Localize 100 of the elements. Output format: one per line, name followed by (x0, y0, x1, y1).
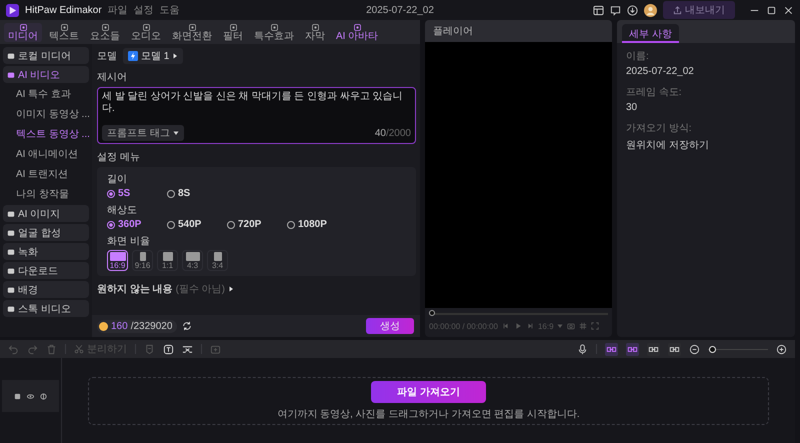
negative-prompt-toggle[interactable]: 원하지 않는 내용 (필수 아님) (97, 282, 416, 296)
sidebar-item[interactable]: 스톡 비디오 (3, 300, 89, 317)
toolbar-tab[interactable]: 특수효과 (250, 22, 298, 42)
prompt-label: 제시어 (97, 71, 128, 84)
tool-icon (60, 22, 68, 32)
tool-icon (18, 22, 28, 32)
menu-item[interactable]: 설정 (134, 3, 154, 17)
download-icon[interactable] (627, 4, 638, 16)
field-label: 이름: (626, 50, 650, 63)
tool-icon (228, 22, 238, 32)
app-name: HitPaw Edimakor (25, 4, 102, 16)
radio-option[interactable]: 8S (167, 188, 227, 199)
toolbar-tab[interactable]: 텍스트 (45, 22, 83, 42)
link-toggle-icon[interactable] (605, 342, 618, 356)
character-count: 40/2000 (374, 128, 411, 138)
model-label: 모델 (97, 50, 117, 63)
sidebar-item[interactable]: 로컬 미디어 (3, 47, 89, 64)
project-title: 2025-07-22_02 (366, 4, 434, 16)
settings-title: 설정 메뉴 (97, 151, 141, 164)
chat-icon[interactable] (610, 4, 621, 16)
avatar-icon[interactable] (644, 4, 657, 16)
caret-icon (172, 53, 178, 59)
sidebar-subitem[interactable]: 이미지 동영상 ... (3, 105, 89, 123)
tile-icon (7, 210, 15, 218)
toolbar-tab[interactable]: 자막 (301, 22, 329, 42)
refresh-icon[interactable] (182, 321, 192, 331)
toolbar-tab[interactable]: AI 아바타 (332, 22, 382, 42)
marker-icon[interactable] (144, 344, 155, 354)
field-value: 원위치에 저장하기 (626, 139, 710, 152)
sidebar-item[interactable]: AI 이미지 (3, 205, 89, 222)
tile-icon (7, 248, 15, 256)
sidebar-subitem[interactable]: 나의 창작물 (3, 185, 89, 203)
layout-icon[interactable] (593, 4, 604, 16)
sidebar-item[interactable]: 녹화 (3, 243, 89, 260)
setting-label: 해상도 (107, 204, 138, 217)
tool-icon (310, 22, 320, 32)
toolbar-tab[interactable]: 화면전환 (168, 22, 216, 42)
field-value: 2025-07-22_02 (626, 66, 695, 77)
setting-label: 화면 비율 (107, 235, 151, 248)
drop-hint: 여기까지 동영상, 사진를 드래그하거나 가져오면 편집를 시작합니다. (277, 408, 580, 421)
timecode: 00:00:00 / 00:00:00 (429, 322, 498, 330)
toolbar-tab[interactable]: 요소들 (86, 22, 124, 42)
export-button[interactable]: 내보내기 (663, 1, 735, 19)
lightning-icon (128, 51, 138, 61)
aspect-ratio-option[interactable]: 3:4 (207, 250, 228, 271)
import-file-button[interactable]: 파일 가져오기 (371, 381, 486, 403)
aspect-ratio-option[interactable]: 4:3 (182, 250, 203, 271)
field-label: 프레임 속도: (626, 86, 683, 99)
credits-badge: 160 /2329020 (97, 320, 178, 332)
radio-option[interactable]: 360P (107, 219, 167, 230)
eye-icon[interactable] (27, 392, 34, 400)
sidebar-subitem[interactable]: AI 트랜지션 (3, 165, 89, 183)
tile-icon (7, 228, 15, 236)
toolbar-tab[interactable]: 미디어 (4, 22, 42, 42)
drop-zone[interactable]: 파일 가져오기 여기까지 동영상, 사진를 드래그하거나 가져오면 편집를 시작합니다. (88, 377, 769, 425)
menu-item[interactable]: 도움 (160, 3, 180, 17)
text-icon[interactable] (163, 344, 174, 354)
tile-icon (7, 304, 15, 312)
prompt-field[interactable]: 세 발 달린 상어가 신발을 신은 채 막대기를 든 인형과 싸우고 있습니다. 프롬프트 태그 40/2000 (97, 87, 416, 144)
radio-option[interactable]: 540P (167, 219, 227, 230)
tool-icon (142, 22, 150, 32)
toolbar-tab[interactable]: 오디오 (127, 22, 165, 42)
radio-option[interactable]: 5S (107, 188, 167, 199)
add-track-icon[interactable] (210, 344, 221, 354)
toolbar-tab[interactable]: 필터 (219, 22, 247, 42)
sidebar-subitem[interactable]: AI 특수 효과 (3, 85, 89, 103)
generate-button[interactable]: 생성 (366, 318, 414, 334)
caret-icon (556, 323, 563, 329)
model-dropdown[interactable]: 모델 1 (123, 48, 184, 64)
aspect-ratio-option[interactable]: 1:1 (157, 250, 178, 271)
aspect-ratio-option[interactable]: 9:16 (132, 250, 153, 271)
field-label: 가져오기 방식: (626, 122, 693, 135)
tile-icon (7, 266, 15, 274)
zoom-in-icon[interactable] (776, 344, 787, 354)
aspect-ratio-option[interactable]: 16:9 (107, 250, 128, 271)
tool-icon (352, 22, 362, 32)
maximize-icon[interactable] (766, 4, 777, 16)
radio-option[interactable]: 720P (227, 219, 287, 230)
sidebar-item[interactable]: 배경 (3, 281, 89, 298)
zoom-out-icon[interactable] (689, 344, 700, 354)
tile-icon (7, 286, 15, 294)
sidebar-item[interactable]: 얼굴 합성 (3, 224, 89, 241)
sidebar-subitem[interactable]: AI 애니메이션 (3, 145, 89, 163)
menu-item[interactable]: 파일 (108, 3, 128, 17)
tool-icon (270, 22, 278, 32)
caret-icon (172, 130, 179, 136)
setting-label: 길이 (107, 173, 128, 186)
sidebar-subitem[interactable]: 텍스트 동영상 ... (3, 125, 89, 143)
scissors-icon (74, 344, 84, 354)
app-logo-icon (6, 4, 19, 16)
prompt-tag-button[interactable]: 프롬프트 태그 (102, 125, 184, 141)
radio-option[interactable]: 1080P (287, 219, 347, 230)
microphone-icon[interactable] (577, 344, 588, 354)
caret-icon (228, 286, 234, 292)
details-tab[interactable]: 세부 사항 (622, 24, 679, 43)
link-toggle-icon[interactable] (626, 342, 639, 356)
close-icon[interactable] (783, 4, 794, 16)
sidebar-item[interactable]: 다운로드 (3, 262, 89, 279)
sidebar-item[interactable]: AI 비디오 (3, 66, 89, 83)
tile-icon (7, 70, 15, 78)
